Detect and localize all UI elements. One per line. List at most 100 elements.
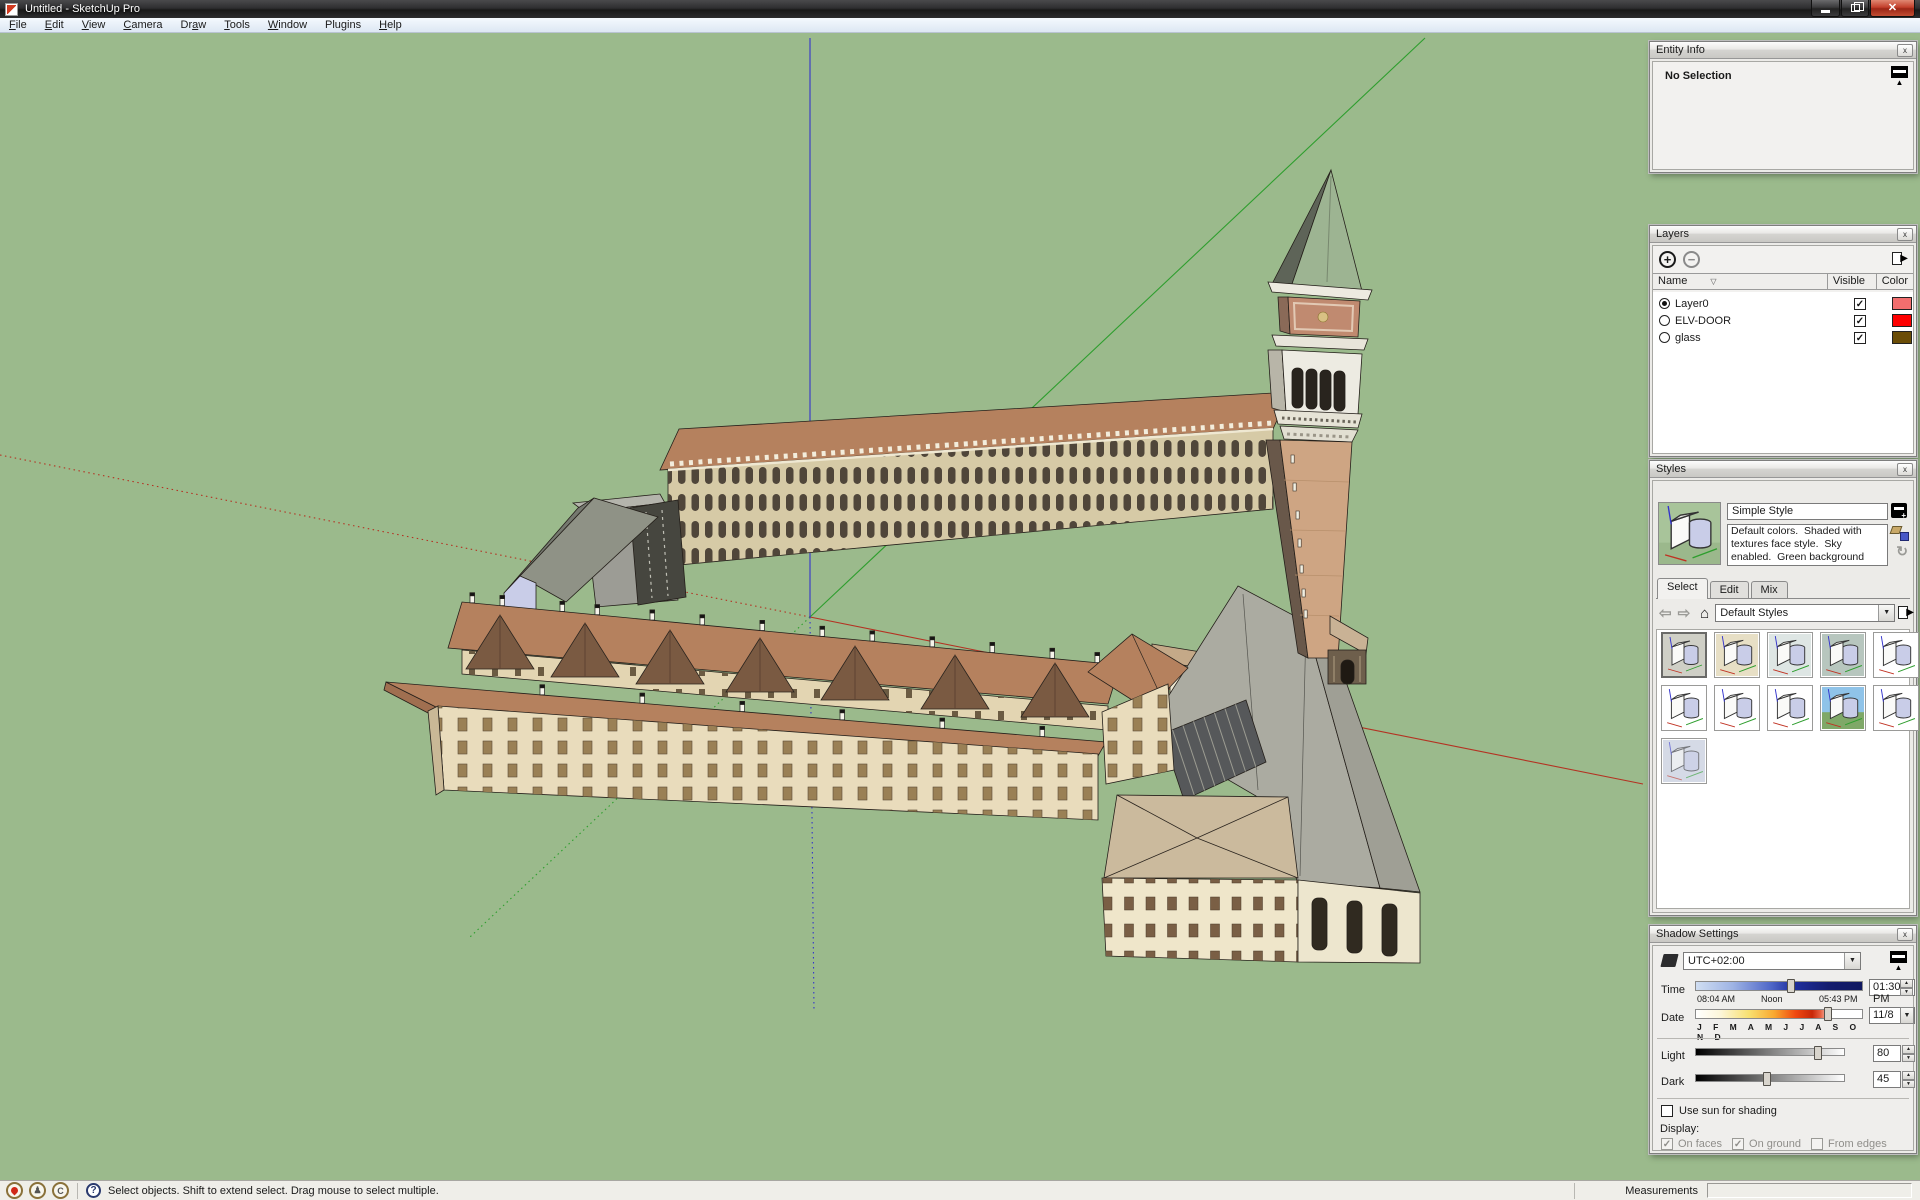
menu-tools[interactable]: Tools xyxy=(215,18,259,33)
styles-title[interactable]: Styles x xyxy=(1650,461,1916,478)
style-thumbnail[interactable] xyxy=(1661,685,1707,731)
add-layer-button[interactable]: + xyxy=(1659,251,1676,268)
date-slider[interactable] xyxy=(1695,1009,1863,1019)
layer-color-swatch[interactable] xyxy=(1892,297,1912,310)
minimize-button[interactable] xyxy=(1811,0,1840,17)
timezone-dropdown[interactable]: UTC+02:00 ▼ xyxy=(1683,952,1861,970)
style-thumbnail[interactable] xyxy=(1767,685,1813,731)
style-collection-dropdown[interactable]: Default Styles ▼ xyxy=(1715,604,1895,622)
style-thumbnail[interactable] xyxy=(1661,632,1707,678)
forward-arrow-icon[interactable]: ⇨ xyxy=(1678,604,1691,622)
close-icon[interactable]: x xyxy=(1897,928,1913,941)
style-description[interactable]: Default colors. Shaded with textures fac… xyxy=(1727,524,1888,566)
light-slider-handle[interactable] xyxy=(1814,1046,1822,1060)
style-thumbnail[interactable] xyxy=(1873,632,1919,678)
layer-radio[interactable] xyxy=(1659,315,1670,326)
layer-color-swatch[interactable] xyxy=(1892,314,1912,327)
light-value-input[interactable]: 80 xyxy=(1873,1045,1901,1062)
remove-layer-button[interactable]: − xyxy=(1683,251,1700,268)
refresh-icon[interactable]: ↻ xyxy=(1896,544,1908,558)
viewport-canvas[interactable] xyxy=(0,33,1920,1180)
time-slider-handle[interactable] xyxy=(1787,979,1795,993)
close-icon[interactable]: x xyxy=(1897,44,1913,57)
close-icon[interactable]: x xyxy=(1897,228,1913,241)
style-thumbnail[interactable] xyxy=(1714,685,1760,731)
details-toggle-button[interactable]: ▲ xyxy=(1890,951,1907,971)
style-name-input[interactable]: Simple Style xyxy=(1727,503,1888,520)
style-thumbnail[interactable] xyxy=(1873,685,1919,731)
spin-up-icon[interactable]: ▲ xyxy=(1900,979,1913,988)
spin-up-icon[interactable]: ▲ xyxy=(1902,1071,1915,1080)
home-icon[interactable]: ⌂ xyxy=(1700,605,1709,622)
measurements-input[interactable] xyxy=(1707,1183,1912,1198)
visible-checkbox[interactable]: ✓ xyxy=(1854,298,1866,310)
close-icon[interactable]: x xyxy=(1897,463,1913,476)
on-faces-checkbox[interactable]: ✓ xyxy=(1661,1138,1673,1150)
title-bar[interactable]: Untitled - SketchUp Pro ✕ xyxy=(0,0,1920,18)
claim-credit-icon[interactable]: C xyxy=(52,1182,69,1199)
light-slider[interactable] xyxy=(1695,1048,1845,1056)
dropdown-arrow-icon[interactable]: ▼ xyxy=(1844,953,1860,969)
spin-up-icon[interactable]: ▲ xyxy=(1902,1045,1915,1054)
style-thumbnail[interactable] xyxy=(1767,632,1813,678)
spin-down-icon[interactable]: ▼ xyxy=(1902,1054,1915,1063)
time-spinner[interactable]: ▲ ▼ xyxy=(1900,979,1913,996)
on-ground-checkbox[interactable]: ✓ xyxy=(1732,1138,1744,1150)
styles-menu-button[interactable]: ▶ xyxy=(1897,605,1913,621)
column-visible[interactable]: Visible xyxy=(1828,274,1877,289)
spin-down-icon[interactable]: ▼ xyxy=(1902,1080,1915,1089)
menu-edit[interactable]: Edit xyxy=(36,18,73,33)
help-icon[interactable]: ? xyxy=(86,1183,101,1198)
layer-row[interactable]: Layer0 ✓ xyxy=(1653,295,1913,312)
spin-down-icon[interactable]: ▼ xyxy=(1900,988,1913,997)
date-dropdown-arrow-icon[interactable]: ▼ xyxy=(1900,1007,1914,1024)
layers-title[interactable]: Layers x xyxy=(1650,226,1916,243)
visible-checkbox[interactable]: ✓ xyxy=(1854,315,1866,327)
credits-person-icon[interactable]: ♟ xyxy=(29,1182,46,1199)
use-sun-checkbox[interactable] xyxy=(1661,1105,1673,1117)
toggle-shadows-icon[interactable] xyxy=(1660,954,1678,967)
close-button[interactable]: ✕ xyxy=(1870,0,1915,17)
tab-select[interactable]: Select xyxy=(1657,578,1708,599)
menu-file[interactable]: File xyxy=(0,18,36,33)
menu-window[interactable]: Window xyxy=(259,18,316,33)
tab-edit[interactable]: Edit xyxy=(1710,581,1749,599)
style-thumbnail[interactable] xyxy=(1820,632,1866,678)
visible-checkbox[interactable]: ✓ xyxy=(1854,332,1866,344)
create-style-icon[interactable] xyxy=(1891,503,1907,518)
time-slider[interactable] xyxy=(1695,981,1863,991)
dark-value-input[interactable]: 45 xyxy=(1873,1071,1901,1088)
layer-row[interactable]: glass ✓ xyxy=(1653,329,1913,346)
layer-color-swatch[interactable] xyxy=(1892,331,1912,344)
dark-slider[interactable] xyxy=(1695,1074,1845,1082)
dark-slider-handle[interactable] xyxy=(1763,1072,1771,1086)
geolocation-icon[interactable] xyxy=(6,1182,23,1199)
shadow-settings-title[interactable]: Shadow Settings x xyxy=(1650,926,1916,943)
menu-help[interactable]: Help xyxy=(370,18,411,33)
layer-row[interactable]: ELV-DOOR ✓ xyxy=(1653,312,1913,329)
menu-draw[interactable]: Draw xyxy=(172,18,216,33)
back-arrow-icon[interactable]: ⇦ xyxy=(1659,604,1672,622)
style-thumbnail[interactable] xyxy=(1714,632,1760,678)
tab-mix[interactable]: Mix xyxy=(1751,581,1788,599)
entity-info-title[interactable]: Entity Info x xyxy=(1650,42,1916,59)
layer-radio[interactable] xyxy=(1659,332,1670,343)
date-slider-handle[interactable] xyxy=(1824,1007,1832,1021)
dark-spinner[interactable]: ▲ ▼ xyxy=(1902,1071,1915,1088)
menu-view[interactable]: View xyxy=(73,18,115,33)
menu-plugins[interactable]: Plugins xyxy=(316,18,370,33)
style-thumbnail[interactable] xyxy=(1820,685,1866,731)
layers-menu-button[interactable]: ▶ xyxy=(1891,251,1907,267)
column-color[interactable]: Color xyxy=(1877,274,1913,289)
model-viewport[interactable] xyxy=(0,33,1920,1180)
from-edges-checkbox[interactable] xyxy=(1811,1138,1823,1150)
light-spinner[interactable]: ▲ ▼ xyxy=(1902,1045,1915,1062)
dropdown-arrow-icon[interactable]: ▼ xyxy=(1878,605,1894,621)
update-style-icon[interactable] xyxy=(1891,523,1909,541)
details-toggle-button[interactable]: ▲ xyxy=(1891,66,1908,86)
active-layer-radio[interactable] xyxy=(1659,298,1670,309)
style-thumbnail[interactable] xyxy=(1661,738,1707,784)
column-name[interactable]: Name ▽ xyxy=(1653,274,1828,289)
restore-button[interactable] xyxy=(1841,0,1869,17)
menu-camera[interactable]: Camera xyxy=(114,18,171,33)
